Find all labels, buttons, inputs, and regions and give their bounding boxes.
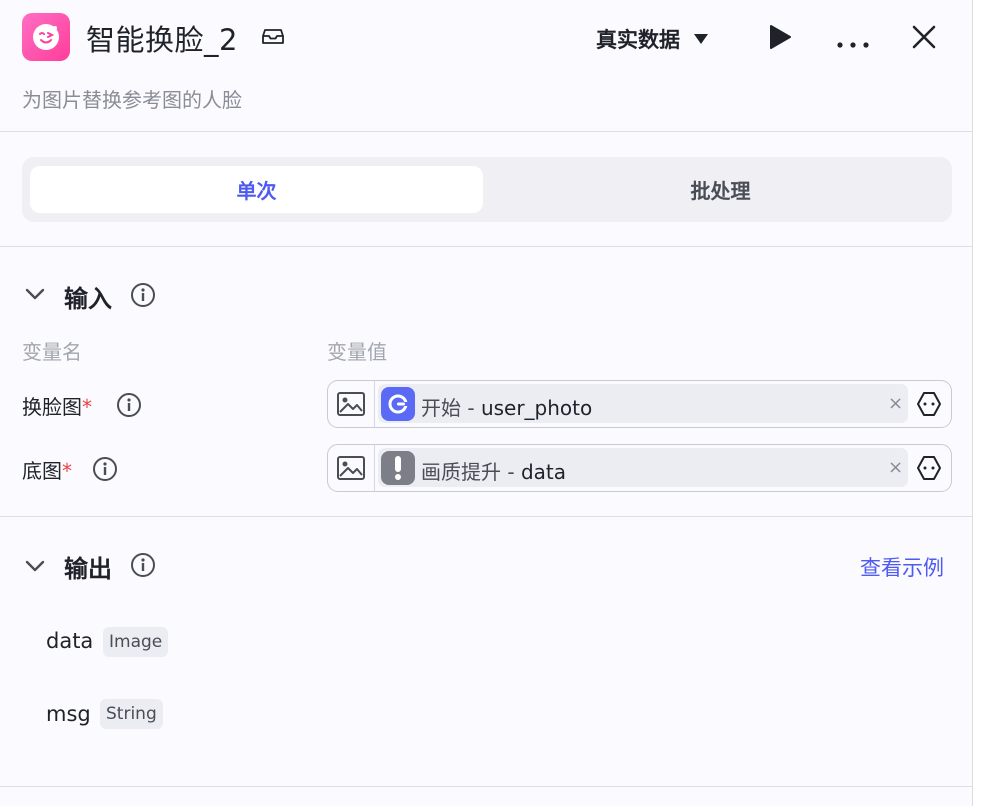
column-header-value: 变量值 <box>327 340 387 364</box>
chip-node-name: 画质提升 <box>421 460 501 484</box>
chevron-down-icon[interactable] <box>24 286 46 305</box>
node-description: 为图片替换参考图的人脸 <box>22 88 242 112</box>
separator <box>374 381 375 427</box>
node-title: 智能换脸_2 <box>86 23 238 57</box>
play-icon[interactable] <box>769 25 791 53</box>
input-label-base-image: 底图* <box>22 459 72 483</box>
caret-down-icon <box>694 34 708 44</box>
variable-reference-chip[interactable]: 画质提升 - data × <box>378 448 908 487</box>
info-icon[interactable] <box>130 552 156 582</box>
app-icon <box>22 13 70 61</box>
output-type-badge: Image <box>103 627 169 657</box>
clear-icon[interactable]: × <box>888 393 903 414</box>
variable-value-field[interactable]: 画质提升 - data × <box>327 444 952 492</box>
divider <box>0 246 972 247</box>
required-mark: * <box>62 459 72 483</box>
image-icon <box>336 391 366 421</box>
variable-hexagon-icon[interactable] <box>916 455 942 485</box>
divider <box>0 131 972 132</box>
divider <box>0 786 972 787</box>
warning-node-icon <box>381 451 415 485</box>
info-icon[interactable] <box>130 282 156 312</box>
data-mode-label: 真实数据 <box>596 28 680 52</box>
output-var-name: msg <box>46 702 91 726</box>
clear-icon[interactable]: × <box>888 457 903 478</box>
variable-value-field[interactable]: 开始 - user_photo × <box>327 380 952 428</box>
variable-reference-chip[interactable]: 开始 - user_photo × <box>378 384 908 423</box>
close-icon[interactable] <box>912 25 936 53</box>
output-var-name: data <box>46 629 94 653</box>
inbox-icon[interactable] <box>262 26 284 50</box>
face-wink-icon <box>33 24 59 50</box>
image-icon <box>336 455 366 485</box>
run-mode-tabs: 单次 批处理 <box>22 157 952 222</box>
input-label-face-image: 换脸图* <box>22 395 92 419</box>
chevron-down-icon[interactable] <box>24 558 46 577</box>
info-icon[interactable] <box>116 392 142 422</box>
separator <box>374 445 375 491</box>
more-icon[interactable] <box>836 34 870 53</box>
required-mark: * <box>82 395 92 419</box>
column-header-name: 变量名 <box>22 340 82 364</box>
chip-variable-name: data <box>520 460 566 484</box>
data-mode-select[interactable]: 真实数据 <box>596 24 708 54</box>
output-section-title: 输出 <box>64 555 112 583</box>
divider <box>0 516 972 517</box>
chip-node-name: 开始 <box>421 396 461 420</box>
output-type-badge: String <box>100 699 163 729</box>
input-section-title: 输入 <box>64 285 112 313</box>
node-test-panel: 智能换脸_2 真实数据 为图片替换参考图的人脸 单次 批处理 输入 变量名 变量… <box>0 0 973 806</box>
tab-batch[interactable]: 批处理 <box>497 166 944 213</box>
variable-hexagon-icon[interactable] <box>916 391 942 421</box>
view-example-link[interactable]: 查看示例 <box>860 552 944 582</box>
start-node-icon <box>381 387 415 421</box>
chip-variable-name: user_photo <box>480 396 593 420</box>
tab-single[interactable]: 单次 <box>30 166 483 213</box>
info-icon[interactable] <box>92 456 118 486</box>
